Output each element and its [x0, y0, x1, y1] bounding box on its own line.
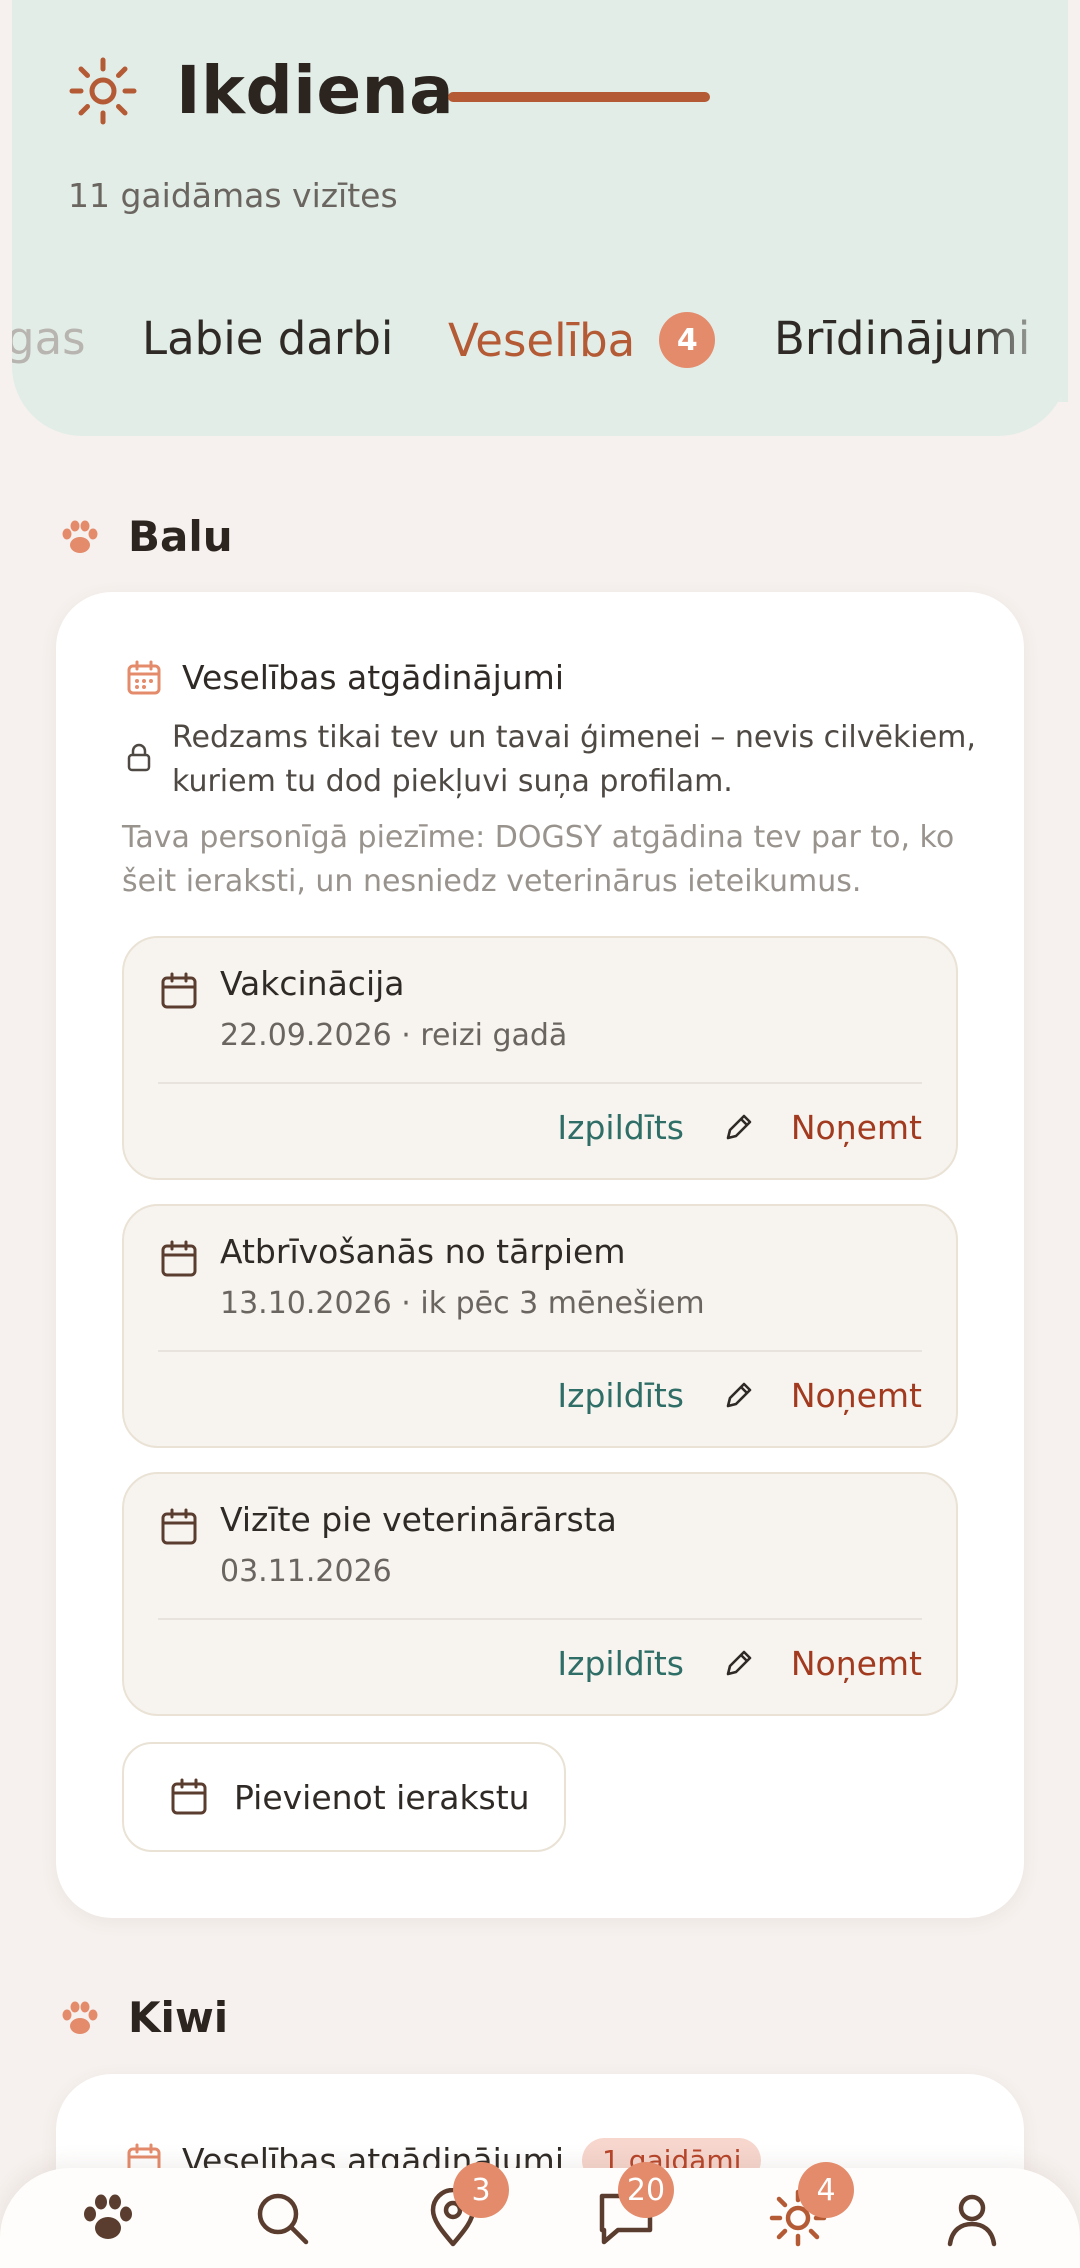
- add-entry-button[interactable]: Pievienot ierakstu: [122, 1742, 566, 1852]
- nav-badge: 4: [798, 2162, 854, 2218]
- reminder-schedule: 03.11.2026: [220, 1554, 392, 1589]
- paw-icon: [60, 1998, 100, 2038]
- mark-done-button[interactable]: Izpildīts: [557, 1376, 684, 1415]
- nav-messages[interactable]: 20: [590, 2162, 674, 2254]
- divider: [158, 1082, 922, 1084]
- bottom-navigation: 3 20 4: [0, 2162, 1080, 2268]
- calendar-icon: [160, 1508, 198, 1546]
- privacy-notice: Redzams tikai tev un tavai ģimenei – nev…: [126, 716, 1006, 804]
- nav-places[interactable]: 3: [417, 2162, 509, 2254]
- reminder-item: Atbrīvošanās no tārpiem 13.10.2026 · ik …: [122, 1204, 958, 1448]
- sun-icon: [68, 56, 138, 126]
- tab-label: Veselība: [448, 313, 636, 367]
- tab-bar: gas Labie darbi Veselība 4 Brīdinājumi: [12, 312, 1068, 402]
- calendar-icon: [160, 1240, 198, 1278]
- card-title: Veselības atgādinājumi: [182, 658, 564, 697]
- tab-labie-darbi[interactable]: Labie darbi: [142, 312, 393, 365]
- pet-heading: Kiwi: [60, 1993, 228, 2042]
- nav-dogs[interactable]: [72, 2182, 144, 2254]
- calendar-icon: [126, 660, 162, 696]
- upcoming-count: 11 gaidāmas vizītes: [68, 176, 398, 215]
- active-tab-indicator: [448, 92, 710, 102]
- tab-partial[interactable]: gas: [12, 312, 86, 365]
- edit-pencil-icon[interactable]: [722, 1378, 756, 1412]
- remove-button[interactable]: Noņemt: [791, 1644, 922, 1683]
- tab-label: Labie darbi: [142, 312, 394, 365]
- nav-search[interactable]: [246, 2182, 318, 2254]
- divider: [158, 1350, 922, 1352]
- divider: [158, 1618, 922, 1620]
- pet-name: Balu: [128, 512, 233, 561]
- reminder-item: Vakcinācija 22.09.2026 · reizi gadā Izpi…: [122, 936, 958, 1180]
- tab-fade: [978, 312, 1068, 402]
- add-entry-label: Pievienot ierakstu: [234, 1777, 530, 1817]
- edit-pencil-icon[interactable]: [722, 1646, 756, 1680]
- nav-badge: 20: [618, 2162, 674, 2218]
- personal-note: Tava personīgā piezīme: DOGSY atgādina t…: [122, 820, 955, 899]
- paw-icon: [84, 2194, 132, 2239]
- tab-count-badge: 4: [659, 312, 716, 368]
- card-header: Veselības atgādinājumi: [126, 658, 564, 697]
- lock-icon: [126, 716, 152, 804]
- mark-done-button[interactable]: Izpildīts: [557, 1644, 684, 1683]
- calendar-icon: [160, 972, 198, 1010]
- tab-label: gas: [12, 312, 86, 365]
- reminder-schedule: 13.10.2026 · ik pēc 3 mēnešiem: [220, 1286, 705, 1321]
- edit-pencil-icon[interactable]: [722, 1110, 756, 1144]
- tab-veseliba[interactable]: Veselība 4: [448, 312, 716, 368]
- reminder-title: Vakcinācija: [220, 964, 405, 1003]
- paw-icon: [60, 517, 100, 557]
- calendar-icon: [170, 1778, 208, 1816]
- remove-button[interactable]: Noņemt: [791, 1376, 922, 1415]
- reminder-title: Atbrīvošanās no tārpiem: [220, 1232, 626, 1271]
- page-title: Ikdiena: [176, 52, 455, 129]
- health-reminders-card: Veselības atgādinājumi Redzams tikai tev…: [56, 592, 1024, 1918]
- reminder-title: Vizīte pie veterinārārsta: [220, 1500, 617, 1539]
- reminder-item: Vizīte pie veterinārārsta 03.11.2026 Izp…: [122, 1472, 958, 1716]
- title-row: Ikdiena: [68, 52, 454, 129]
- pet-name: Kiwi: [128, 1993, 229, 2042]
- nav-profile[interactable]: [936, 2182, 1008, 2254]
- mark-done-button[interactable]: Izpildīts: [557, 1108, 684, 1147]
- reminder-schedule: 22.09.2026 · reizi gadā: [220, 1018, 568, 1053]
- pet-heading: Balu: [60, 512, 233, 561]
- nav-daily[interactable]: 4: [762, 2162, 854, 2254]
- header: Ikdiena 11 gaidāmas vizītes gas Labie da…: [12, 0, 1068, 436]
- profile-icon: [947, 2194, 997, 2247]
- nav-badge: 3: [453, 2162, 509, 2218]
- remove-button[interactable]: Noņemt: [791, 1108, 922, 1147]
- privacy-text: Redzams tikai tev un tavai ģimenei – nev…: [172, 720, 976, 799]
- search-icon: [257, 2193, 309, 2245]
